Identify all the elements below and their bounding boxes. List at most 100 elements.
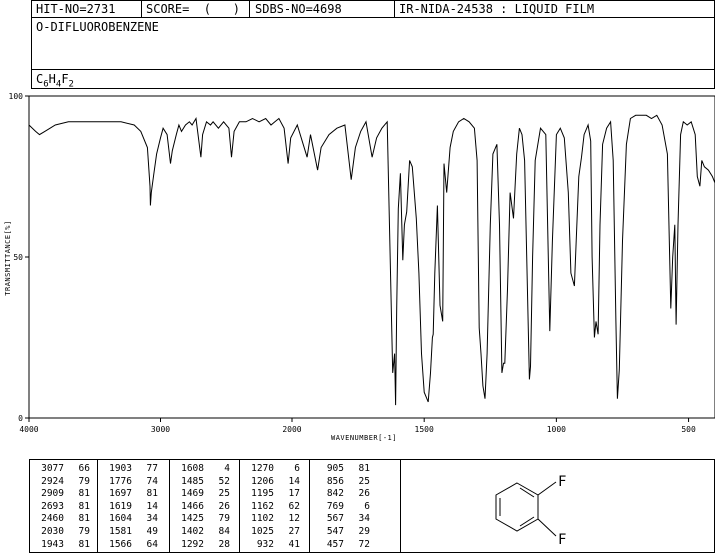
y-tick-label: 50 [13, 253, 23, 262]
peak-wavenumber: 1466 [181, 500, 204, 512]
peak-transmittance: 79 [78, 475, 90, 487]
peak-wavenumber: 2460 [41, 513, 64, 525]
peak-transmittance: 29 [358, 526, 370, 537]
peak-transmittance: 26 [218, 500, 230, 512]
x-tick-label: 1000 [547, 425, 566, 434]
peak-column-divider [239, 460, 240, 552]
peak-wavenumber: 1469 [181, 488, 204, 500]
peak-wavenumber: 1270 [251, 463, 274, 474]
header-bar: HIT-NO=2731 SCORE= ( ) SDBS-NO=4698 IR-N… [31, 0, 715, 18]
peak-wavenumber: 2924 [41, 475, 64, 487]
peak-transmittance: 25 [358, 475, 370, 487]
peak-transmittance: 28 [218, 538, 230, 550]
ir-spectrum-chart: 4000 3000 2000 1500 1000 500 0 50 100 TRANSMITTA… [4, 92, 715, 442]
peak-transmittance: 27 [288, 526, 300, 537]
peak-transmittance: 41 [288, 538, 300, 550]
peak-wavenumber: 1619 [109, 500, 132, 512]
hit-number: HIT-NO=2731 [36, 2, 116, 16]
fluorine-label: F [558, 474, 566, 490]
peak-transmittance: 64 [146, 538, 158, 550]
score: SCORE= ( ) [146, 2, 240, 16]
header-divider [249, 1, 250, 17]
peak-transmittance: 14 [146, 500, 158, 512]
x-tick-label: 3000 [151, 425, 170, 434]
peak-transmittance: 81 [146, 488, 158, 500]
peak-transmittance: 62 [288, 500, 300, 512]
header-divider [141, 1, 142, 17]
peak-wavenumber: 2030 [41, 526, 64, 537]
compound-name: O-DIFLUOROBENZENE [36, 20, 159, 34]
peak-wavenumber: 842 [326, 488, 344, 500]
peak-wavenumber: 1776 [109, 475, 132, 487]
peak-wavenumber: 2909 [41, 488, 64, 500]
sdbs-number: SDBS-NO=4698 [255, 2, 342, 16]
peak-transmittance: 81 [78, 513, 90, 525]
peak-wavenumber: 1162 [251, 500, 274, 512]
structure-drawing: F F [495, 474, 566, 548]
peak-transmittance: 6 [364, 500, 370, 512]
peak-transmittance: 4 [224, 463, 230, 474]
peak-wavenumber: 1697 [109, 488, 132, 500]
peak-transmittance: 81 [78, 500, 90, 512]
peak-column-divider [309, 460, 310, 552]
peak-transmittance: 49 [146, 526, 158, 537]
peak-wavenumber: 856 [326, 475, 344, 487]
x-tick-label: 4000 [19, 425, 38, 434]
peak-wavenumber: 769 [326, 500, 344, 512]
peak-transmittance: 81 [78, 488, 90, 500]
peak-wavenumber: 1485 [181, 475, 204, 487]
peak-column-divider [169, 460, 170, 552]
peak-column-divider [97, 460, 98, 552]
peak-wavenumber: 1195 [251, 488, 274, 500]
peak-wavenumber: 1608 [181, 463, 204, 474]
peak-wavenumber: 1206 [251, 475, 274, 487]
peak-transmittance: 84 [218, 526, 230, 537]
peak-transmittance: 77 [146, 463, 158, 474]
peak-wavenumber: 1604 [109, 513, 132, 525]
peak-transmittance: 26 [358, 488, 370, 500]
peak-transmittance: 34 [146, 513, 158, 525]
spectrum-line [28, 114, 715, 406]
peak-wavenumber: 1102 [251, 513, 274, 525]
peak-wavenumber: 3077 [41, 463, 64, 474]
peak-transmittance: 74 [146, 475, 158, 487]
peak-transmittance: 12 [288, 513, 300, 525]
x-tick-label: 2000 [282, 425, 301, 434]
peak-wavenumber: 1025 [251, 526, 274, 537]
peak-table: 3077 66 2924 79 2909 81 2693 81 2460 81 2030 79 1943… [29, 459, 401, 553]
peak-transmittance: 14 [288, 475, 300, 487]
fluorine-label: F [558, 532, 566, 548]
peak-transmittance: 81 [78, 538, 90, 550]
header-divider [394, 1, 395, 17]
peak-transmittance: 25 [218, 488, 230, 500]
peak-wavenumber: 547 [326, 526, 344, 537]
peak-wavenumber: 1943 [41, 538, 64, 550]
y-axis-label: TRANSMITTANCE[%] [4, 220, 12, 295]
x-tick-label: 500 [681, 425, 696, 434]
peak-wavenumber: 1292 [181, 538, 204, 550]
structure-box: F F [400, 459, 715, 553]
peak-wavenumber: 1903 [109, 463, 132, 474]
peak-wavenumber: 567 [326, 513, 344, 525]
y-tick-label: 100 [9, 92, 24, 101]
ir-measurement-info: IR-NIDA-24538 : LIQUID FILM [399, 2, 595, 16]
peak-transmittance: 81 [358, 463, 370, 474]
peak-transmittance: 17 [288, 488, 300, 500]
peak-wavenumber: 1566 [109, 538, 132, 550]
peak-wavenumber: 1581 [109, 526, 132, 537]
peak-wavenumber: 932 [256, 538, 274, 550]
x-tick-label: 1500 [415, 425, 434, 434]
peak-wavenumber: 1402 [181, 526, 204, 537]
peak-transmittance: 34 [358, 513, 370, 525]
peak-transmittance: 66 [78, 463, 90, 474]
peak-transmittance: 6 [294, 463, 300, 474]
peak-wavenumber: 457 [326, 538, 344, 550]
formula-divider [32, 69, 714, 70]
peak-transmittance: 79 [218, 513, 230, 525]
peak-wavenumber: 905 [326, 463, 344, 474]
x-axis-label: WAVENUMBER[-1] [331, 434, 397, 442]
peak-wavenumber: 2693 [41, 500, 64, 512]
peak-wavenumber: 1425 [181, 513, 204, 525]
peak-transmittance: 52 [218, 475, 230, 487]
y-tick-label: 0 [18, 414, 23, 423]
